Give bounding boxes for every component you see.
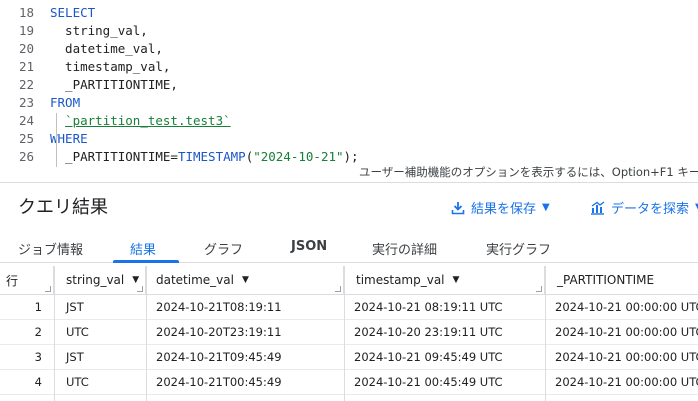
accessibility-hint: ユーザー補助機能のオプションを表示するには、Option+F1 キー	[357, 164, 698, 180]
line-number: 19	[18, 23, 34, 38]
code-line[interactable]: 19 string_val,	[0, 22, 698, 40]
code-line[interactable]: 22 _PARTITIONTIME,	[0, 76, 698, 94]
resize-handle-icon[interactable]	[536, 286, 542, 292]
column-header-string-val[interactable]: string_val ▼	[54, 266, 146, 294]
results-title: クエリ結果	[18, 197, 108, 218]
indent-guide	[56, 113, 57, 167]
column-divider	[344, 266, 345, 401]
sort-down-icon[interactable]: ▼	[242, 275, 249, 285]
sql-token: timestamp_val,	[50, 59, 171, 74]
row-number-cell[interactable]: 2	[0, 320, 54, 345]
table-cell[interactable]: 2024-10-21 09:45:49 UTC	[344, 345, 545, 370]
code-line[interactable]: 25 WHERE	[0, 130, 698, 148]
column-header-timestamp-val[interactable]: timestamp_val ▼	[344, 266, 545, 294]
table-cell[interactable]: 2024-10-21 00:00:00 UTC	[545, 320, 698, 345]
line-number: 20	[18, 41, 34, 56]
sql-keyword: FROM	[50, 95, 81, 110]
code-text: string_val,	[50, 22, 148, 40]
resize-handle-icon[interactable]	[335, 286, 341, 292]
code-line[interactable]: 23 FROM	[0, 94, 698, 112]
sql-token: );	[343, 149, 359, 164]
sql-keyword: TIMESTAMP	[177, 149, 246, 164]
table-row[interactable]: 3 JST 2024-10-21T09:45:49 2024-10-21 09:45:…	[0, 345, 698, 370]
code-text: datetime_val,	[50, 40, 163, 58]
column-header-datetime-val[interactable]: datetime_val ▼	[146, 266, 344, 294]
column-divider	[146, 266, 147, 401]
code-line[interactable]: 18 SELECT	[0, 4, 698, 22]
code-text: _PARTITIONTIME,	[50, 76, 178, 94]
resize-handle-icon[interactable]	[137, 286, 143, 292]
line-number: 23	[18, 95, 34, 110]
sql-token: string_val,	[50, 23, 148, 38]
line-number: 25	[18, 131, 34, 146]
sql-keyword: SELECT	[50, 5, 96, 20]
line-number: 24	[18, 113, 34, 128]
tab-results[interactable]: 結果	[130, 239, 156, 258]
table-cell[interactable]: 2024-10-21 00:00:00 UTC	[545, 345, 698, 370]
active-tab-indicator	[113, 260, 179, 263]
sort-down-icon[interactable]: ▼	[453, 275, 460, 285]
table-row[interactable]: 1 JST 2024-10-21T08:19:11 2024-10-21 08:19:…	[0, 295, 698, 320]
save-results-label: 結果を保存	[471, 202, 537, 217]
table-cell[interactable]: 2024-10-21 08:19:11 UTC	[344, 295, 545, 320]
sql-token: _PARTITIONTIME,	[50, 77, 178, 92]
sql-table-ref: `partition_test.test3`	[65, 113, 231, 128]
chart-icon	[591, 200, 605, 215]
explore-data-label: データを探索	[611, 202, 690, 217]
table-cell[interactable]: 2024-10-20T23:19:11	[146, 320, 344, 345]
tab-execution-graph[interactable]: 実行グラフ	[486, 239, 551, 258]
code-text: `partition_test.test3`	[50, 112, 231, 130]
code-text: FROM	[50, 94, 80, 112]
code-text: SELECT	[50, 4, 95, 22]
row-number-cell[interactable]: 4	[0, 370, 54, 395]
table-cell[interactable]: UTC	[54, 370, 146, 395]
sql-editor[interactable]: 18 SELECT 19 string_val, 20 datetime_val, 21…	[0, 0, 698, 183]
table-cell[interactable]: 2024-10-21T08:19:11	[146, 295, 344, 320]
row-number-cell[interactable]: 1	[0, 295, 54, 320]
tab-chart[interactable]: グラフ	[204, 239, 243, 258]
table-cell[interactable]: 2024-10-21 00:00:00 UTC	[545, 295, 698, 320]
sql-token: _PARTITIONTIME	[50, 149, 171, 164]
row-number-cell[interactable]: 3	[0, 345, 54, 370]
sql-string: "2024-10-21"	[253, 149, 344, 164]
table-cell[interactable]: JST	[54, 295, 146, 320]
divider	[0, 182, 698, 183]
results-tabs: ジョブ情報 結果 グラフ JSON 実行の詳細 実行グラフ	[0, 233, 698, 263]
save-results-button[interactable]: 結果を保存 ▼	[451, 198, 550, 217]
table-cell[interactable]: 2024-10-21T09:45:49	[146, 345, 344, 370]
code-text: _PARTITIONTIME=TIMESTAMP("2024-10-21");	[50, 148, 359, 166]
column-header-partitiontime[interactable]: _PARTITIONTIME	[545, 266, 698, 294]
table-cell[interactable]: 2024-10-21T00:45:49	[146, 370, 344, 395]
tab-json[interactable]: JSON	[291, 239, 327, 254]
code-text: timestamp_val,	[50, 58, 170, 76]
table-cell[interactable]: 2024-10-21 00:45:49 UTC	[344, 370, 545, 395]
sort-down-icon[interactable]: ▼	[132, 275, 139, 285]
table-cell[interactable]: 2024-10-20 23:19:11 UTC	[344, 320, 545, 345]
resize-handle-icon[interactable]	[45, 286, 51, 292]
code-line[interactable]: 20 datetime_val,	[0, 40, 698, 58]
table-row[interactable]: 4 UTC 2024-10-21T00:45:49 2024-10-21 00:45:…	[0, 370, 698, 395]
explore-data-button[interactable]: データを探索 ▼	[590, 198, 698, 217]
line-number: 21	[18, 59, 34, 74]
sql-token: datetime_val,	[50, 41, 163, 56]
chevron-down-icon: ▼	[542, 202, 550, 213]
code-line[interactable]: 24 `partition_test.test3`	[0, 112, 698, 130]
row-number-header: 行	[0, 266, 54, 294]
column-divider	[545, 266, 546, 401]
tab-job-info[interactable]: ジョブ情報	[18, 239, 83, 258]
line-number: 18	[18, 5, 34, 20]
sql-token: =	[170, 149, 178, 164]
tab-execution-details[interactable]: 実行の詳細	[372, 239, 437, 258]
download-icon	[451, 201, 465, 214]
table-cell[interactable]: 2024-10-21 00:00:00 UTC	[545, 370, 698, 395]
line-number: 22	[18, 77, 34, 92]
code-line[interactable]: 21 timestamp_val,	[0, 58, 698, 76]
table-row[interactable]: 2 UTC 2024-10-20T23:19:11 2024-10-20 23:19:…	[0, 320, 698, 345]
table-cell[interactable]: JST	[54, 345, 146, 370]
line-number: 26	[18, 149, 34, 164]
table-cell[interactable]: UTC	[54, 320, 146, 345]
column-divider	[54, 266, 55, 401]
